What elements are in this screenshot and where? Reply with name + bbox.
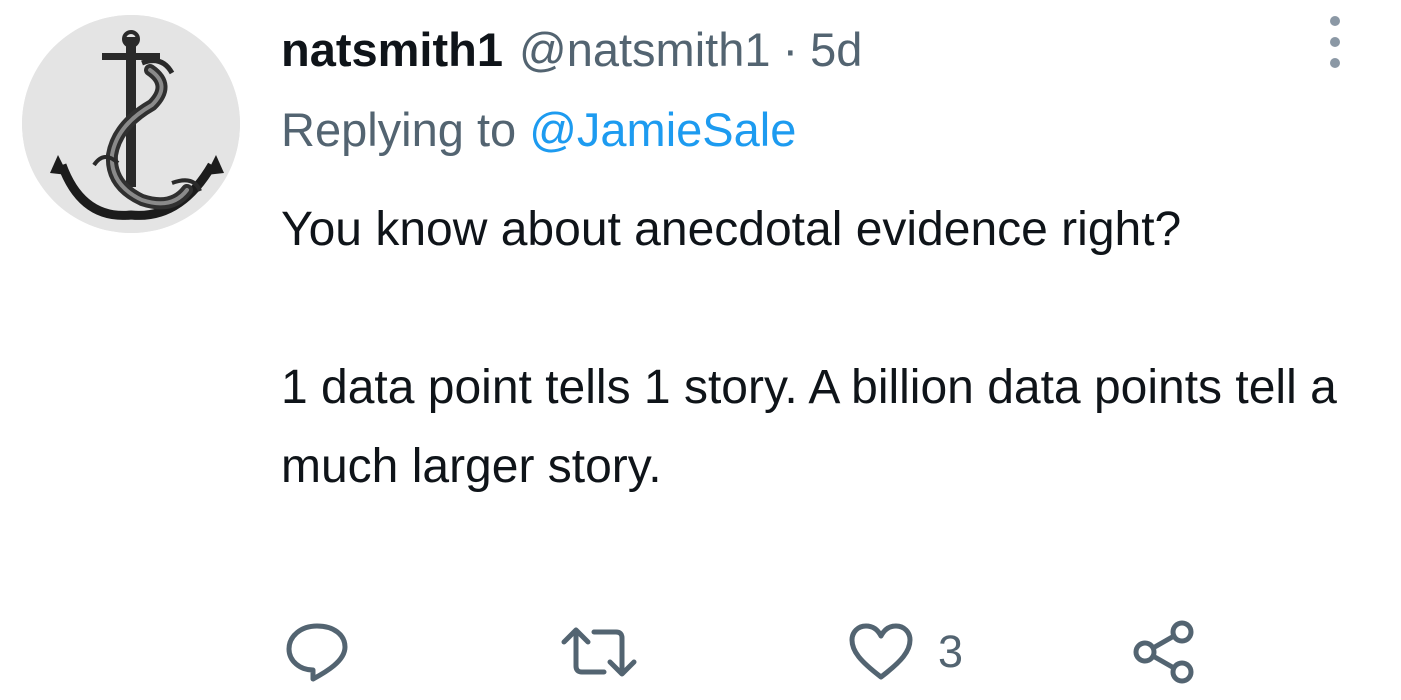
retweet-icon: [561, 627, 637, 677]
like-button[interactable]: 3: [848, 618, 963, 686]
tweet-text: You know about anecdotal evidence right?…: [281, 190, 1341, 506]
tweet-header: natsmith1 @natsmith1 · 5d: [281, 22, 862, 78]
tweet-paragraph: You know about anecdotal evidence right?: [281, 203, 1182, 256]
reply-mention-link[interactable]: @JamieSale: [529, 103, 796, 156]
reply-icon: [286, 623, 348, 682]
more-dot: [1330, 58, 1340, 68]
timestamp[interactable]: 5d: [810, 22, 862, 78]
replying-to-label: Replying to: [281, 103, 517, 156]
separator-dot: ·: [782, 23, 799, 76]
like-count: 3: [938, 626, 964, 677]
reply-button[interactable]: [284, 618, 350, 686]
anchor-dolphin-icon: [22, 15, 240, 233]
heart-icon: [849, 623, 913, 680]
share-icon: [1133, 620, 1194, 684]
tweet-paragraph: 1 data point tells 1 story. A billion da…: [281, 361, 1337, 493]
share-button[interactable]: [1132, 618, 1196, 686]
tweet-actions: 3: [0, 618, 1401, 686]
more-options-icon[interactable]: [1322, 16, 1348, 68]
tweet: natsmith1 @natsmith1 · 5d Replying to @J…: [0, 0, 1401, 700]
display-name[interactable]: natsmith1: [281, 22, 503, 78]
more-dot: [1330, 16, 1340, 26]
retweet-button[interactable]: [560, 618, 638, 686]
replying-to: Replying to @JamieSale: [281, 100, 796, 160]
avatar[interactable]: [22, 15, 240, 233]
handle[interactable]: @natsmith1: [519, 22, 770, 78]
more-dot: [1330, 37, 1340, 47]
